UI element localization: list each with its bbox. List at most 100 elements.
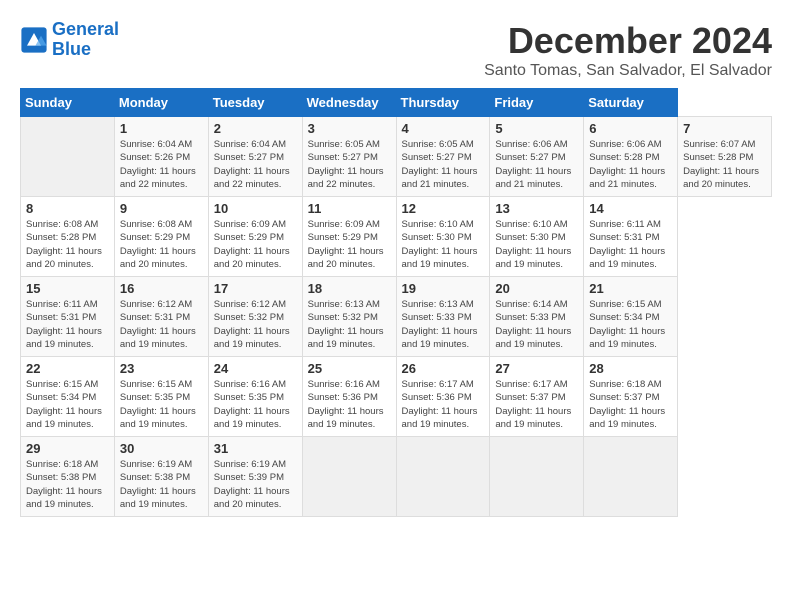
- day-cell: 27 Sunrise: 6:17 AM Sunset: 5:37 PM Dayl…: [490, 357, 584, 437]
- week-row-1: 8 Sunrise: 6:08 AM Sunset: 5:28 PM Dayli…: [21, 197, 772, 277]
- day-number: 8: [26, 201, 109, 216]
- day-number: 16: [120, 281, 203, 296]
- header-cell-saturday: Saturday: [584, 89, 678, 117]
- logo: General Blue: [20, 20, 119, 60]
- day-number: 19: [402, 281, 485, 296]
- header-cell-thursday: Thursday: [396, 89, 490, 117]
- day-info: Sunrise: 6:18 AM Sunset: 5:38 PM Dayligh…: [26, 458, 109, 511]
- day-info: Sunrise: 6:08 AM Sunset: 5:29 PM Dayligh…: [120, 218, 203, 271]
- day-info: Sunrise: 6:18 AM Sunset: 5:37 PM Dayligh…: [589, 378, 672, 431]
- day-cell: 11 Sunrise: 6:09 AM Sunset: 5:29 PM Dayl…: [302, 197, 396, 277]
- month-title: December 2024: [484, 20, 772, 62]
- day-info: Sunrise: 6:10 AM Sunset: 5:30 PM Dayligh…: [402, 218, 485, 271]
- day-info: Sunrise: 6:07 AM Sunset: 5:28 PM Dayligh…: [683, 138, 766, 191]
- day-number: 4: [402, 121, 485, 136]
- day-info: Sunrise: 6:04 AM Sunset: 5:26 PM Dayligh…: [120, 138, 203, 191]
- week-row-3: 22 Sunrise: 6:15 AM Sunset: 5:34 PM Dayl…: [21, 357, 772, 437]
- day-info: Sunrise: 6:15 AM Sunset: 5:34 PM Dayligh…: [26, 378, 109, 431]
- day-info: Sunrise: 6:11 AM Sunset: 5:31 PM Dayligh…: [26, 298, 109, 351]
- day-cell: 14 Sunrise: 6:11 AM Sunset: 5:31 PM Dayl…: [584, 197, 678, 277]
- day-cell: 28 Sunrise: 6:18 AM Sunset: 5:37 PM Dayl…: [584, 357, 678, 437]
- day-cell: 8 Sunrise: 6:08 AM Sunset: 5:28 PM Dayli…: [21, 197, 115, 277]
- day-cell: 17 Sunrise: 6:12 AM Sunset: 5:32 PM Dayl…: [208, 277, 302, 357]
- logo-icon: [20, 26, 48, 54]
- location: Santo Tomas, San Salvador, El Salvador: [484, 62, 772, 80]
- day-cell: 26 Sunrise: 6:17 AM Sunset: 5:36 PM Dayl…: [396, 357, 490, 437]
- header-cell-sunday: Sunday: [21, 89, 115, 117]
- day-info: Sunrise: 6:19 AM Sunset: 5:38 PM Dayligh…: [120, 458, 203, 511]
- day-number: 29: [26, 441, 109, 456]
- logo-text: General Blue: [52, 20, 119, 60]
- day-cell: [21, 117, 115, 197]
- day-number: 24: [214, 361, 297, 376]
- day-cell: 12 Sunrise: 6:10 AM Sunset: 5:30 PM Dayl…: [396, 197, 490, 277]
- header-cell-tuesday: Tuesday: [208, 89, 302, 117]
- day-info: Sunrise: 6:19 AM Sunset: 5:39 PM Dayligh…: [214, 458, 297, 511]
- day-cell: [396, 437, 490, 517]
- day-info: Sunrise: 6:09 AM Sunset: 5:29 PM Dayligh…: [308, 218, 391, 271]
- day-info: Sunrise: 6:06 AM Sunset: 5:27 PM Dayligh…: [495, 138, 578, 191]
- day-cell: 29 Sunrise: 6:18 AM Sunset: 5:38 PM Dayl…: [21, 437, 115, 517]
- day-number: 7: [683, 121, 766, 136]
- day-number: 5: [495, 121, 578, 136]
- day-cell: 7 Sunrise: 6:07 AM Sunset: 5:28 PM Dayli…: [678, 117, 772, 197]
- day-cell: 2 Sunrise: 6:04 AM Sunset: 5:27 PM Dayli…: [208, 117, 302, 197]
- day-info: Sunrise: 6:16 AM Sunset: 5:36 PM Dayligh…: [308, 378, 391, 431]
- day-cell: 13 Sunrise: 6:10 AM Sunset: 5:30 PM Dayl…: [490, 197, 584, 277]
- day-info: Sunrise: 6:06 AM Sunset: 5:28 PM Dayligh…: [589, 138, 672, 191]
- day-number: 22: [26, 361, 109, 376]
- day-number: 11: [308, 201, 391, 216]
- day-number: 9: [120, 201, 203, 216]
- day-cell: 18 Sunrise: 6:13 AM Sunset: 5:32 PM Dayl…: [302, 277, 396, 357]
- day-info: Sunrise: 6:13 AM Sunset: 5:33 PM Dayligh…: [402, 298, 485, 351]
- day-number: 31: [214, 441, 297, 456]
- day-number: 20: [495, 281, 578, 296]
- day-info: Sunrise: 6:12 AM Sunset: 5:32 PM Dayligh…: [214, 298, 297, 351]
- title-block: December 2024 Santo Tomas, San Salvador,…: [484, 20, 772, 80]
- day-info: Sunrise: 6:17 AM Sunset: 5:37 PM Dayligh…: [495, 378, 578, 431]
- day-info: Sunrise: 6:17 AM Sunset: 5:36 PM Dayligh…: [402, 378, 485, 431]
- day-info: Sunrise: 6:13 AM Sunset: 5:32 PM Dayligh…: [308, 298, 391, 351]
- day-cell: 20 Sunrise: 6:14 AM Sunset: 5:33 PM Dayl…: [490, 277, 584, 357]
- header-row: SundayMondayTuesdayWednesdayThursdayFrid…: [21, 89, 772, 117]
- day-cell: 31 Sunrise: 6:19 AM Sunset: 5:39 PM Dayl…: [208, 437, 302, 517]
- day-cell: 24 Sunrise: 6:16 AM Sunset: 5:35 PM Dayl…: [208, 357, 302, 437]
- day-cell: 21 Sunrise: 6:15 AM Sunset: 5:34 PM Dayl…: [584, 277, 678, 357]
- day-info: Sunrise: 6:09 AM Sunset: 5:29 PM Dayligh…: [214, 218, 297, 271]
- day-info: Sunrise: 6:12 AM Sunset: 5:31 PM Dayligh…: [120, 298, 203, 351]
- day-number: 30: [120, 441, 203, 456]
- day-number: 6: [589, 121, 672, 136]
- day-info: Sunrise: 6:04 AM Sunset: 5:27 PM Dayligh…: [214, 138, 297, 191]
- day-cell: 10 Sunrise: 6:09 AM Sunset: 5:29 PM Dayl…: [208, 197, 302, 277]
- header-cell-friday: Friday: [490, 89, 584, 117]
- day-number: 15: [26, 281, 109, 296]
- page-header: General Blue December 2024 Santo Tomas, …: [20, 20, 772, 80]
- day-info: Sunrise: 6:05 AM Sunset: 5:27 PM Dayligh…: [308, 138, 391, 191]
- day-info: Sunrise: 6:11 AM Sunset: 5:31 PM Dayligh…: [589, 218, 672, 271]
- day-number: 3: [308, 121, 391, 136]
- day-cell: 25 Sunrise: 6:16 AM Sunset: 5:36 PM Dayl…: [302, 357, 396, 437]
- day-number: 28: [589, 361, 672, 376]
- day-cell: 15 Sunrise: 6:11 AM Sunset: 5:31 PM Dayl…: [21, 277, 115, 357]
- day-number: 12: [402, 201, 485, 216]
- day-info: Sunrise: 6:08 AM Sunset: 5:28 PM Dayligh…: [26, 218, 109, 271]
- day-cell: 6 Sunrise: 6:06 AM Sunset: 5:28 PM Dayli…: [584, 117, 678, 197]
- day-cell: [490, 437, 584, 517]
- day-cell: 1 Sunrise: 6:04 AM Sunset: 5:26 PM Dayli…: [114, 117, 208, 197]
- day-number: 14: [589, 201, 672, 216]
- day-cell: 30 Sunrise: 6:19 AM Sunset: 5:38 PM Dayl…: [114, 437, 208, 517]
- day-cell: [584, 437, 678, 517]
- day-number: 26: [402, 361, 485, 376]
- week-row-4: 29 Sunrise: 6:18 AM Sunset: 5:38 PM Dayl…: [21, 437, 772, 517]
- day-cell: 4 Sunrise: 6:05 AM Sunset: 5:27 PM Dayli…: [396, 117, 490, 197]
- day-cell: [302, 437, 396, 517]
- day-number: 13: [495, 201, 578, 216]
- day-info: Sunrise: 6:14 AM Sunset: 5:33 PM Dayligh…: [495, 298, 578, 351]
- day-number: 21: [589, 281, 672, 296]
- day-number: 27: [495, 361, 578, 376]
- day-cell: 9 Sunrise: 6:08 AM Sunset: 5:29 PM Dayli…: [114, 197, 208, 277]
- day-number: 1: [120, 121, 203, 136]
- calendar-table: SundayMondayTuesdayWednesdayThursdayFrid…: [20, 88, 772, 517]
- week-row-0: 1 Sunrise: 6:04 AM Sunset: 5:26 PM Dayli…: [21, 117, 772, 197]
- day-info: Sunrise: 6:10 AM Sunset: 5:30 PM Dayligh…: [495, 218, 578, 271]
